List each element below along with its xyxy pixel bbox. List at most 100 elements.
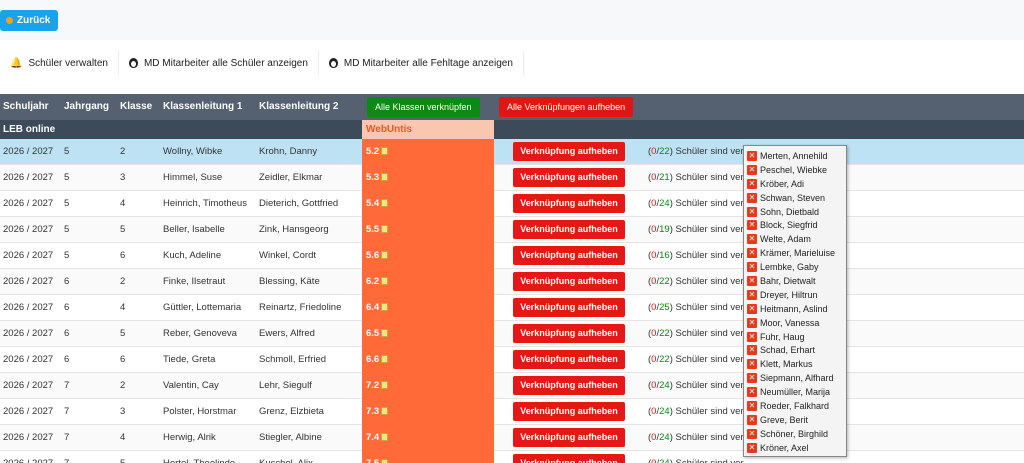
cell-jahrgang: 7 [64, 406, 70, 417]
remove-icon[interactable]: ✕ [747, 442, 757, 453]
cell-klasse: 4 [120, 198, 126, 209]
cell-webuntis[interactable]: 5.3 [362, 165, 494, 191]
unlink-button[interactable]: Verknüpfung aufheben [513, 350, 625, 369]
unlink-button[interactable]: Verknüpfung aufheben [513, 246, 625, 265]
cell-webuntis[interactable]: 7.4 [362, 425, 494, 451]
cell-webuntis[interactable]: 6.6 [362, 347, 494, 373]
linked-number: 0 [651, 198, 657, 209]
table-row[interactable]: 2026 / 2027 6 2 Finke, Ilsetraut Blessing, K… [0, 269, 1024, 295]
remove-icon[interactable]: ✕ [747, 289, 757, 300]
cell-webuntis[interactable]: 7.2 [362, 373, 494, 399]
remove-icon[interactable]: ✕ [747, 303, 757, 314]
unlink-button[interactable]: Verknüpfung aufheben [513, 324, 625, 343]
remove-icon[interactable]: ✕ [747, 331, 757, 342]
edit-icon[interactable] [381, 277, 389, 285]
edit-icon[interactable] [381, 303, 389, 311]
edit-icon[interactable] [381, 433, 389, 441]
table-row[interactable]: 2026 / 2027 6 6 Tiede, Greta Schmoll, Erfrie… [0, 347, 1024, 373]
table-row[interactable]: 2026 / 2027 5 3 Himmel, Suse Zeidler, Elkmar… [0, 165, 1024, 191]
unlink-button[interactable]: Verknüpfung aufheben [513, 194, 625, 213]
remove-icon[interactable]: ✕ [747, 206, 757, 217]
edit-icon[interactable] [381, 173, 389, 181]
table-row[interactable]: 2026 / 2027 6 5 Reber, Genoveva Ewers, Alfre… [0, 321, 1024, 347]
unlink-button[interactable]: Verknüpfung aufheben [513, 142, 625, 161]
table-row[interactable]: 2026 / 2027 7 5 Hertel, Theolinde Kuschel, A… [0, 451, 1024, 463]
remove-icon[interactable]: ✕ [747, 150, 757, 161]
nav-item-alle-schueler[interactable]: MD Mitarbeiter alle Schüler anzeigen [118, 51, 319, 75]
remove-icon[interactable]: ✕ [747, 220, 757, 231]
edit-icon[interactable] [381, 147, 389, 155]
unlink-button[interactable]: Verknüpfung aufheben [513, 168, 625, 187]
table-row[interactable]: 2026 / 2027 5 2 Wollny, Wibke Krohn, Danny 5.… [0, 139, 1024, 165]
cell-jahrgang: 6 [64, 328, 70, 339]
remove-icon[interactable]: ✕ [747, 248, 757, 259]
header-klassenleitung-1: Klassenleitung 1 [163, 101, 243, 112]
cell-webuntis[interactable]: 6.2 [362, 269, 494, 295]
edit-icon[interactable] [381, 225, 389, 233]
edit-icon[interactable] [381, 459, 389, 463]
remove-icon[interactable]: ✕ [747, 178, 757, 189]
total-number: 16 [659, 250, 670, 261]
remove-icon[interactable]: ✕ [747, 414, 757, 425]
edit-icon[interactable] [381, 329, 389, 337]
unlink-button[interactable]: Verknüpfung aufheben [513, 376, 625, 395]
cell-webuntis[interactable]: 5.5 [362, 217, 494, 243]
edit-icon[interactable] [381, 251, 389, 259]
table-row[interactable]: 2026 / 2027 5 6 Kuch, Adeline Winkel, Cordt 5… [0, 243, 1024, 269]
table-row[interactable]: 2026 / 2027 6 4 Güttler, Lottemaria Reinartz… [0, 295, 1024, 321]
cell-schuljahr: 2026 / 2027 [3, 146, 54, 157]
webuntis-class: 5.4 [366, 198, 380, 209]
remove-icon[interactable]: ✕ [747, 234, 757, 245]
cell-webuntis[interactable]: 6.5 [362, 321, 494, 347]
unlink-button[interactable]: Verknüpfung aufheben [513, 298, 625, 317]
cell-jahrgang: 6 [64, 354, 70, 365]
cell-webuntis[interactable]: 5.4 [362, 191, 494, 217]
cell-webuntis[interactable]: 7.3 [362, 399, 494, 425]
table-row[interactable]: 2026 / 2027 7 2 Valentin, Cay Lehr, Siegulf 7… [0, 373, 1024, 399]
remove-icon[interactable]: ✕ [747, 387, 757, 398]
cell-schuljahr: 2026 / 2027 [3, 354, 54, 365]
unlink-button[interactable]: Verknüpfung aufheben [513, 220, 625, 239]
table-row[interactable]: 2026 / 2027 5 5 Beller, Isabelle Zink, Hansg… [0, 217, 1024, 243]
remove-icon[interactable]: ✕ [747, 345, 757, 356]
popup-student-item: ✕ Roeder, Falkhard [747, 399, 844, 413]
remove-icon[interactable]: ✕ [747, 428, 757, 439]
student-name: Schad, Erhart [760, 345, 816, 356]
table-row[interactable]: 2026 / 2027 5 4 Heinrich, Timotheus Dieteric… [0, 191, 1024, 217]
unlink-button[interactable]: Verknüpfung aufheben [513, 272, 625, 291]
link-all-classes-button[interactable]: Alle Klassen verknüpfen [367, 97, 480, 117]
table-row[interactable]: 2026 / 2027 7 4 Herwig, Alrik Stiegler, Albi… [0, 425, 1024, 451]
edit-icon[interactable] [381, 381, 389, 389]
remove-icon[interactable]: ✕ [747, 400, 757, 411]
remove-icon[interactable]: ✕ [747, 275, 757, 286]
remove-icon[interactable]: ✕ [747, 359, 757, 370]
cell-schuljahr: 2026 / 2027 [3, 380, 54, 391]
remove-icon[interactable]: ✕ [747, 192, 757, 203]
cell-webuntis[interactable]: 7.5 [362, 451, 494, 463]
count-suffix: ) Schüler sind ver [669, 198, 744, 209]
edit-icon[interactable] [381, 199, 389, 207]
linked-number: 0 [651, 354, 657, 365]
cell-webuntis[interactable]: 5.2 [362, 139, 494, 165]
edit-icon[interactable] [381, 355, 389, 363]
student-name: Fuhr, Haug [760, 331, 805, 342]
cell-webuntis[interactable]: 5.6 [362, 243, 494, 269]
unlink-button[interactable]: Verknüpfung aufheben [513, 402, 625, 421]
cell-jahrgang: 5 [64, 250, 70, 261]
edit-icon[interactable] [381, 407, 389, 415]
table-row[interactable]: 2026 / 2027 7 3 Polster, Horstmar Grenz, Elz… [0, 399, 1024, 425]
remove-icon[interactable]: ✕ [747, 373, 757, 384]
webuntis-class: 6.2 [366, 276, 380, 287]
remove-icon[interactable]: ✕ [747, 262, 757, 273]
unlink-button[interactable]: Verknüpfung aufheben [513, 428, 625, 447]
cell-webuntis[interactable]: 6.4 [362, 295, 494, 321]
total-number: 24 [659, 198, 670, 209]
remove-icon[interactable]: ✕ [747, 164, 757, 175]
nav-item-alle-fehltage[interactable]: MD Mitarbeiter alle Fehltage anzeigen [318, 51, 524, 75]
remove-icon[interactable]: ✕ [747, 317, 757, 328]
back-button[interactable]: Zurück [0, 10, 59, 31]
nav-item-schueler-verwalten[interactable]: 🔔 Schüler verwalten [0, 51, 119, 75]
unlink-button[interactable]: Verknüpfung aufheben [513, 454, 625, 463]
unlink-all-button[interactable]: Alle Verknüpfungen aufheben [499, 97, 634, 117]
cell-linked-count: (0/21) Schüler sind ver [648, 172, 744, 183]
